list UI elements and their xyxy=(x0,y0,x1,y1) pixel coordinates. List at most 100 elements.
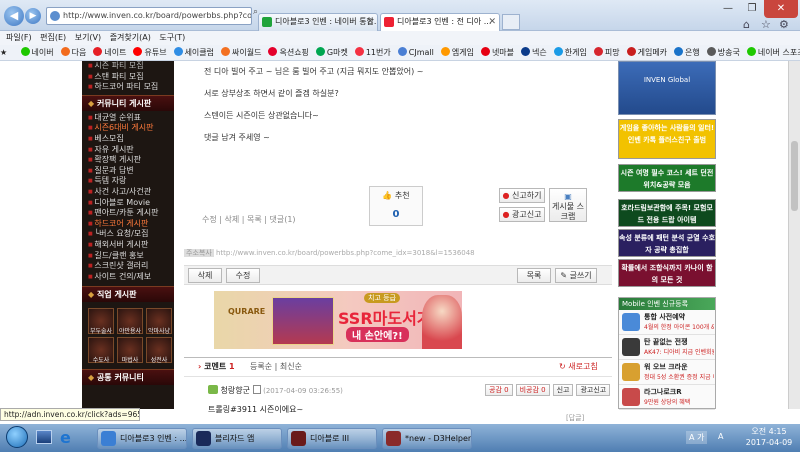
comment-author[interactable]: 청랑향군 xyxy=(221,386,250,395)
sidebar-item[interactable]: 확장팩 게시판 xyxy=(82,155,174,166)
favorite-link[interactable]: 옥션쇼핑 xyxy=(268,45,309,60)
favorite-link[interactable]: 네이버 스포츠 xyxy=(746,45,800,60)
favorite-link[interactable]: 넥슨 xyxy=(521,45,547,60)
favorite-link[interactable]: 피망 xyxy=(593,45,620,60)
post-edit-links[interactable]: 수정 | 삭제 | 목록 | 댓글(1) xyxy=(202,214,296,225)
sidebar-item[interactable]: 자유 게시판 xyxy=(82,145,174,156)
sidebar-item[interactable]: 득템 자랑 xyxy=(82,176,174,187)
copy-url-button[interactable]: 주소복사 xyxy=(184,249,214,257)
vertical-scrollbar[interactable] xyxy=(788,61,800,409)
report-button[interactable]: ● 신고하기 xyxy=(499,188,545,203)
list-button[interactable]: 목록 xyxy=(517,268,551,283)
game-ad-banner[interactable]: QURARE 치고 등급 SSR마도서가 내 손안에?! xyxy=(214,291,462,349)
modify-button[interactable]: 수정 xyxy=(226,268,260,283)
taskbar-item-d3helper[interactable]: *new - D3Helper ... xyxy=(382,428,472,449)
recommend-box[interactable]: 👍 추천 0 xyxy=(369,186,423,226)
menu-edit[interactable]: 편집(E) xyxy=(40,31,66,45)
settings-gear-icon[interactable]: ⚙ xyxy=(779,18,789,31)
mobile-game-item[interactable]: 라그나로크R 9만원 상당의 혜택 xyxy=(619,385,715,410)
class-portrait[interactable]: 부두술사 xyxy=(88,308,114,335)
favorite-link[interactable]: 방송국 xyxy=(706,45,740,60)
tray-lang-indicator[interactable]: A xyxy=(718,432,723,441)
sidebar-item[interactable]: 디아블로 Movie xyxy=(82,198,174,209)
sidebar-item[interactable]: 해외서버 게시판 xyxy=(82,240,174,251)
sidebar-item[interactable]: 하드코어 파티 모집 xyxy=(82,82,174,93)
comment-action-button[interactable]: 신고 xyxy=(552,384,574,396)
sidebar-item[interactable]: 시즌 파티 모집 xyxy=(82,61,174,72)
class-portrait[interactable]: 수도사 xyxy=(88,337,114,364)
favorite-link[interactable]: 다음 xyxy=(60,45,86,60)
favorite-link[interactable]: 싸이월드 xyxy=(221,45,261,60)
favorites-icon[interactable]: ☆ xyxy=(761,18,771,31)
comment-action-button[interactable]: 광고신고 xyxy=(576,384,611,396)
favorite-link[interactable]: 네이버 xyxy=(20,45,54,60)
ad-report-button[interactable]: ● 광고신고 xyxy=(499,207,545,222)
sidebar-item[interactable]: 질문과 답변 xyxy=(82,166,174,177)
right-ad-5[interactable]: 확률에서 조합식까지 카나이 함의 모든 것 xyxy=(618,259,716,287)
favorite-link[interactable]: 은행 xyxy=(674,45,700,60)
tab-naver[interactable]: 디아블로3 인벤 : 네이버 통합... ✕ xyxy=(258,13,378,31)
mobile-game-item[interactable]: 워 오브 크라운정대 5성 소환권 증정 지금 이벤트 사전 xyxy=(619,360,715,385)
favorite-link[interactable]: CJmall xyxy=(397,45,434,60)
sidebar-item[interactable]: 스탠 파티 모집 xyxy=(82,72,174,83)
right-ad-1[interactable]: 게임을 좋아하는 사람들의 일터! 인벤 카톡 플러스친구 출범 xyxy=(618,119,716,159)
taskbar-item-blizzard[interactable]: 블리자드 앱 xyxy=(192,428,282,449)
sidebar-item[interactable]: 팬아트/카툰 게시판 xyxy=(82,208,174,219)
sidebar-item[interactable]: 대균열 순위표 xyxy=(82,113,174,124)
reply-link[interactable]: [답글] xyxy=(566,413,584,423)
comment-action-button[interactable]: 비공감 0 xyxy=(515,384,550,396)
show-desktop-icon[interactable] xyxy=(36,430,52,444)
minimize-button[interactable]: — xyxy=(716,0,740,18)
class-portrait[interactable]: 성전사 xyxy=(146,337,172,364)
class-portrait[interactable]: 악마사냥꾼 xyxy=(146,308,172,344)
close-icon[interactable]: ✕ xyxy=(366,14,374,30)
memo-icon[interactable] xyxy=(252,385,261,394)
scrollbar-thumb[interactable] xyxy=(791,141,798,211)
sort-latest[interactable]: 최신순 xyxy=(280,362,302,371)
taskbar-item-diablo[interactable]: 디아블로 III xyxy=(287,428,377,449)
right-ad-4[interactable]: 속성 분류에 패턴 분석 균열 수호자 공략 총집합 xyxy=(618,229,716,257)
menu-favorites[interactable]: 즐겨찾기(A) xyxy=(110,31,151,45)
mobile-game-item[interactable]: 통합 사전예약 4월의 한정 아이콘 100개 & 10배 니 xyxy=(619,310,715,335)
maximize-button[interactable]: ❐ xyxy=(740,0,764,18)
right-ad-3[interactable]: 호라드림보관함에 주목! 모험모드 전용 드랍 아이템 xyxy=(618,199,716,227)
favorite-link[interactable]: 엠게임 xyxy=(440,45,474,60)
address-bar[interactable]: http://www.inven.co.kr/board/powerbbs.ph… xyxy=(46,7,252,25)
back-button[interactable]: ◀ xyxy=(4,6,24,26)
menu-file[interactable]: 파일(F) xyxy=(6,31,32,45)
forward-button[interactable]: ▶ xyxy=(25,8,41,24)
sidebar-item[interactable]: 사이트 건의/제보 xyxy=(82,272,174,283)
new-tab-button[interactable] xyxy=(502,14,520,30)
taskbar-item-browser[interactable]: 디아블로3 인벤 : ... xyxy=(97,428,187,449)
system-clock[interactable]: 오전 4:15 2017-04-09 xyxy=(742,426,796,448)
class-portrait[interactable]: 야만용사 xyxy=(117,308,143,335)
internet-explorer-icon[interactable]: e xyxy=(60,428,71,447)
sidebar-item[interactable]: 사건 사고/사건관 xyxy=(82,187,174,198)
start-button[interactable] xyxy=(6,426,28,448)
sidebar-item[interactable]: 하드코어 게시판 xyxy=(82,219,174,230)
ime-indicator[interactable]: A 가 xyxy=(686,431,708,444)
menu-tools[interactable]: 도구(T) xyxy=(159,31,185,45)
tab-inven[interactable]: 디아블로3 인벤 : 전 디아 ... ✕ xyxy=(380,13,500,31)
sidebar-item[interactable]: 스크린샷 갤러리 xyxy=(82,261,174,272)
close-window-button[interactable]: ✕ xyxy=(764,0,798,18)
favorite-link[interactable]: 유튜브 xyxy=(133,45,167,60)
favorite-link[interactable]: 넷마블 xyxy=(480,45,514,60)
favorite-link[interactable]: 11번가 xyxy=(354,45,391,60)
sort-registered[interactable]: 등록순 xyxy=(250,362,272,371)
sidebar-item[interactable]: 길드/클랜 홍보 xyxy=(82,251,174,262)
close-icon[interactable]: ✕ xyxy=(488,14,496,30)
scrap-button[interactable]: ▣ 게시물 스크랩 xyxy=(549,188,587,222)
sidebar-item[interactable]: └버스 요청/모집 xyxy=(82,229,174,240)
mobile-game-item[interactable]: 탄 끝없는 전쟁 AK47: 디아비 지급 인벤회원은 10배 니 xyxy=(619,335,715,360)
right-ad-0[interactable]: INVEN Global xyxy=(618,61,716,115)
favorite-link[interactable]: 한게임 xyxy=(553,45,587,60)
refresh-link[interactable]: ↻ 새로고침 xyxy=(559,361,598,372)
delete-button[interactable]: 삭제 xyxy=(188,268,222,283)
comment-action-button[interactable]: 공감 0 xyxy=(485,384,513,396)
favorite-link[interactable]: 네이트 xyxy=(93,45,126,60)
sidebar-item[interactable]: 베스모집 xyxy=(82,134,174,145)
favorite-link[interactable]: 세이클럽 xyxy=(173,45,214,60)
home-icon[interactable]: ⌂ xyxy=(743,18,750,31)
write-button[interactable]: ✎ 글쓰기 xyxy=(555,268,597,283)
